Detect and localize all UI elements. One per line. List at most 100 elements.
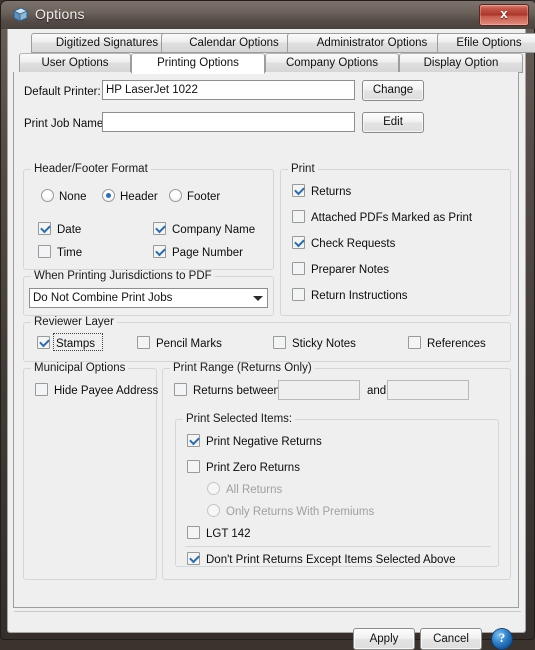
close-button[interactable]: x (479, 4, 529, 26)
options-dialog-window: Options x Digitized Signatures Calendar … (0, 0, 535, 650)
reviewer-layer-title: Reviewer Layer (31, 316, 117, 328)
cancel-button-label: Cancel (433, 633, 469, 645)
radio-only-returns-with-premiums[interactable] (207, 504, 220, 517)
tab-user-options[interactable]: User Options (19, 53, 131, 73)
checkbox-stamps-label: Stamps (56, 338, 95, 350)
checkbox-pencil-marks[interactable] (137, 336, 150, 349)
checkbox-print-returns[interactable] (292, 184, 305, 197)
jurisdictions-group: When Printing Jurisdictions to PDF Do No… (23, 270, 274, 316)
checkbox-dont-print-returns[interactable] (187, 552, 200, 565)
tab-administrator-options[interactable]: Administrator Options (287, 33, 457, 53)
jurisdictions-selected-value: Do Not Combine Print Jobs (33, 292, 173, 304)
default-printer-input[interactable] (102, 80, 355, 100)
dialog-client-area: Digitized Signatures Calendar Options Ad… (7, 29, 535, 650)
checkbox-page-number[interactable] (153, 245, 166, 258)
checkbox-lgt-142[interactable] (187, 526, 200, 539)
print-selected-items-group: Print Selected Items: Print Negative Ret… (175, 413, 499, 567)
tab-strip: Digitized Signatures Calendar Options Ad… (13, 33, 535, 74)
returns-to-input[interactable] (387, 380, 469, 400)
help-button[interactable]: ? (492, 629, 512, 649)
returns-between-label: Returns between (193, 385, 280, 397)
checkbox-time[interactable] (38, 245, 51, 258)
checkbox-returns-between[interactable] (174, 383, 187, 396)
radio-all-returns[interactable] (207, 482, 220, 495)
checkbox-dont-print-returns-label: Don't Print Returns Except Items Selecte… (206, 554, 456, 566)
checkbox-time-label: Time (57, 247, 83, 259)
print-job-name-input[interactable] (102, 112, 355, 132)
tab-label: Company Options (285, 57, 379, 69)
tab-label: Administrator Options (316, 37, 428, 49)
checkbox-attached-pdfs-label: Attached PDFs Marked as Print (311, 212, 473, 224)
edit-print-job-button[interactable]: Edit (362, 112, 424, 133)
checkbox-hide-payee-address[interactable] (35, 383, 48, 396)
title-bar[interactable]: Options x (1, 1, 535, 29)
municipal-options-group: Municipal Options Hide Payee Address (23, 362, 159, 580)
checkbox-hide-payee-address-label: Hide Payee Address (54, 385, 159, 397)
radio-header-label: Header (120, 191, 158, 203)
checkbox-references[interactable] (408, 336, 421, 349)
radio-footer-label: Footer (187, 191, 221, 203)
reviewer-layer-group: Reviewer Layer Stamps Pencil Marks Stick… (23, 316, 511, 362)
tab-label: Printing Options (157, 57, 239, 69)
checkbox-preparer-notes-label: Preparer Notes (311, 264, 389, 276)
jurisdictions-combobox[interactable]: Do Not Combine Print Jobs (29, 288, 268, 308)
returns-from-input[interactable] (278, 380, 360, 400)
chevron-down-icon (253, 296, 263, 301)
print-group: Print Returns Attached PDFs Marked as Pr… (280, 163, 511, 316)
radio-header[interactable] (102, 189, 115, 202)
checkbox-references-label: References (427, 338, 486, 350)
close-icon: x (500, 6, 508, 21)
edit-print-job-label: Edit (383, 116, 403, 128)
cancel-button[interactable]: Cancel (420, 628, 482, 650)
header-footer-format-group: Header/Footer Format None Header Footer … (23, 163, 274, 270)
checkbox-print-negative-returns[interactable] (187, 434, 200, 447)
checkbox-print-zero-returns-label: Print Zero Returns (206, 462, 300, 474)
printing-options-panel: Default Printer: Change Print Job Name: … (13, 72, 519, 608)
print-range-title: Print Range (Returns Only) (170, 362, 315, 374)
change-printer-label: Change (372, 84, 414, 96)
radio-all-returns-label: All Returns (226, 484, 283, 496)
tab-calendar-options[interactable]: Calendar Options (161, 33, 307, 53)
radio-footer[interactable] (169, 189, 182, 202)
footer-divider (14, 611, 521, 612)
tab-printing-options[interactable]: Printing Options (131, 53, 265, 74)
question-mark-icon: ? (498, 630, 506, 645)
tab-label: Calendar Options (189, 37, 279, 49)
tab-efile-options[interactable]: Efile Options (437, 33, 535, 53)
checkbox-print-zero-returns[interactable] (187, 460, 200, 473)
municipal-options-title: Municipal Options (31, 362, 129, 374)
checkbox-print-returns-label: Returns (311, 186, 352, 198)
jurisdictions-title: When Printing Jurisdictions to PDF (31, 270, 215, 282)
radio-only-returns-with-premiums-label: Only Returns With Premiums (226, 506, 375, 518)
checkbox-return-instructions[interactable] (292, 288, 305, 301)
radio-none-label: None (59, 191, 87, 203)
checkbox-preparer-notes[interactable] (292, 262, 305, 275)
checkbox-date-label: Date (57, 224, 82, 236)
window-title: Options (35, 6, 85, 22)
checkbox-check-requests[interactable] (292, 236, 305, 249)
checkbox-lgt-142-label: LGT 142 (206, 528, 251, 540)
checkbox-attached-pdfs[interactable] (292, 210, 305, 223)
change-printer-button[interactable]: Change (362, 80, 424, 101)
selected-items-divider (185, 546, 491, 547)
checkbox-company-name[interactable] (153, 222, 166, 235)
checkbox-pencil-marks-label: Pencil Marks (156, 338, 222, 350)
default-printer-label: Default Printer: (24, 86, 101, 98)
checkbox-date[interactable] (38, 222, 51, 235)
checkbox-company-name-label: Company Name (172, 224, 256, 236)
print-group-title: Print (288, 163, 318, 175)
checkbox-stamps[interactable] (37, 336, 50, 349)
checkbox-sticky-notes[interactable] (273, 336, 286, 349)
radio-none[interactable] (41, 189, 54, 202)
and-label: and (367, 385, 387, 397)
tab-label: Display Option (423, 57, 499, 69)
tab-label: User Options (41, 57, 109, 69)
print-job-name-label: Print Job Name: (24, 118, 107, 130)
apply-button[interactable]: Apply (353, 628, 415, 650)
tab-display-option[interactable]: Display Option (399, 53, 523, 73)
checkbox-print-negative-returns-label: Print Negative Returns (206, 436, 322, 448)
tab-label: Digitized Signatures (55, 37, 159, 49)
checkbox-return-instructions-label: Return Instructions (311, 290, 408, 302)
tab-company-options[interactable]: Company Options (265, 53, 399, 73)
printer-options-icon (12, 7, 29, 23)
